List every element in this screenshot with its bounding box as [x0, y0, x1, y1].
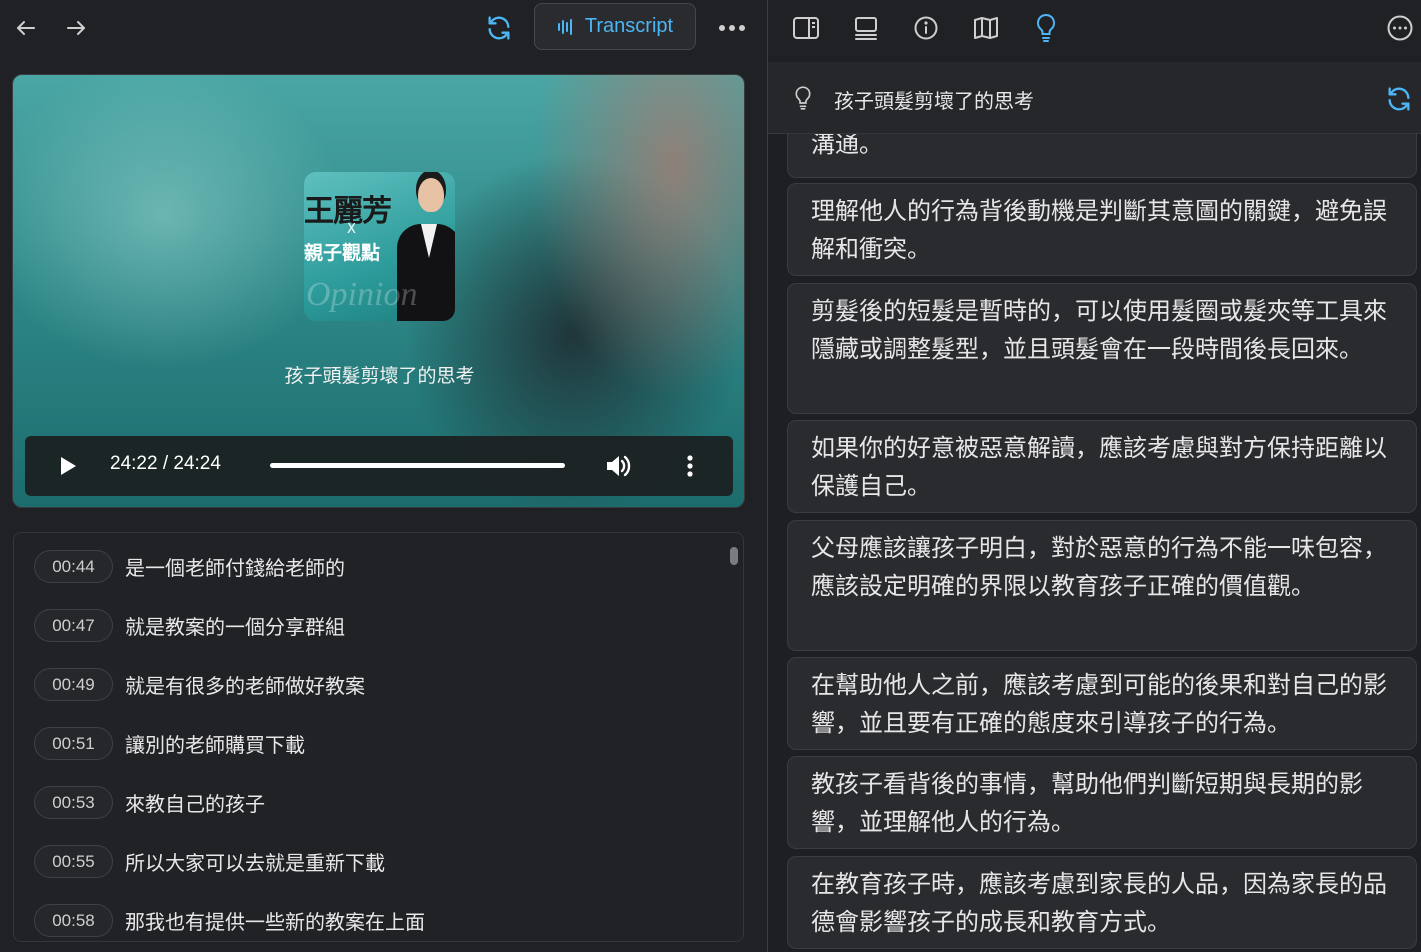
timestamp-chip[interactable]: 00:55 [34, 845, 113, 878]
right-pane: 孩子頭髮剪壞了的思考 溝通。 理解他人的行為背後動機是判斷其意圖的關鍵，避免誤解… [768, 0, 1421, 952]
timestamp-chip[interactable]: 00:53 [34, 786, 113, 819]
playback-time: 24:22 / 24:24 [110, 453, 221, 474]
insight-card-text: 父母應該讓孩子明白，對於惡意的行為不能一味包容，應該設定明確的界限以教育孩子正確… [811, 534, 1387, 600]
insight-card-text: 溝通。 [811, 134, 883, 158]
transcript-text: 是一個老師付錢給老師的 [125, 556, 345, 580]
transcript-text: 來教自己的孩子 [125, 792, 265, 816]
timestamp-chip[interactable]: 00:44 [34, 550, 113, 583]
regenerate-icon[interactable] [1382, 83, 1416, 115]
podcast-cover-image: 王麗芳 X 親子觀點 Opinion [304, 172, 455, 321]
insight-card: 剪髮後的短髮是暫時的，可以使用髮圈或髮夾等工具來隱藏或調整髮型，並且頭髮會在一段… [787, 283, 1417, 414]
transcript-text: 就是有很多的老師做好教案 [125, 674, 365, 698]
transcript-row[interactable]: 00:55 所以大家可以去就是重新下載 [14, 832, 714, 891]
insight-cards[interactable]: 溝通。 理解他人的行為背後動機是判斷其意圖的關鍵，避免誤解和衝突。 剪髮後的短髮… [768, 134, 1421, 952]
video-player[interactable]: 王麗芳 X 親子觀點 Opinion 孩子頭髮剪壞了的思考 24:22 / 24… [12, 74, 745, 508]
cover-show-name: 親子觀點 [304, 242, 381, 264]
transcript-row[interactable]: 00:53 來教自己的孩子 [14, 773, 714, 832]
media-controls: 24:22 / 24:24 [25, 436, 733, 496]
insight-card-text: 教孩子看背後的事情，幫助他們判斷短期與長期的影響，並理解他人的行為。 [811, 770, 1363, 836]
sidebar-panel-icon[interactable] [790, 12, 822, 44]
insights-header: 孩子頭髮剪壞了的思考 [768, 62, 1421, 134]
info-icon[interactable] [910, 12, 942, 44]
insight-card: 教孩子看背後的事情，幫助他們判斷短期與長期的影響，並理解他人的行為。 [787, 756, 1417, 849]
left-pane: Transcript 王麗芳 X 親子觀點 Opinion 孩子頭髮剪壞了的思考… [0, 0, 768, 952]
refresh-icon[interactable] [482, 11, 516, 45]
insight-card-text: 理解他人的行為背後動機是判斷其意圖的關鍵，避免誤解和衝突。 [811, 197, 1387, 263]
right-toolbar [768, 0, 1421, 56]
lightbulb-icon[interactable] [1030, 11, 1062, 45]
timestamp-chip[interactable]: 00:58 [34, 904, 113, 937]
cover-x: X [347, 222, 356, 237]
progress-bar[interactable] [270, 463, 565, 468]
timestamp-chip[interactable]: 00:47 [34, 609, 113, 642]
insight-card: 如果你的好意被惡意解讀，應該考慮與對方保持距離以保護自己。 [787, 420, 1417, 513]
lightbulb-small-icon [790, 84, 816, 112]
timestamp-chip[interactable]: 00:51 [34, 727, 113, 760]
insight-card: 溝通。 [787, 134, 1417, 178]
volume-icon[interactable] [602, 451, 634, 481]
cover-brand: Opinion [306, 276, 418, 313]
insight-card: 在教育孩子時，應該考慮到家長的人品，因為家長的品德會影響孩子的成長和教育方式。 [787, 856, 1417, 949]
transcript-text: 就是教案的一個分享群組 [125, 615, 345, 639]
transcript-row[interactable]: 00:44 是一個老師付錢給老師的 [14, 537, 714, 596]
insight-card: 理解他人的行為背後動機是判斷其意圖的關鍵，避免誤解和衝突。 [787, 183, 1417, 276]
transcript-row[interactable]: 00:47 就是教案的一個分享群組 [14, 596, 714, 655]
timestamp-chip[interactable]: 00:49 [34, 668, 113, 701]
transcript-row[interactable]: 00:49 就是有很多的老師做好教案 [14, 655, 714, 714]
more-vertical-icon[interactable] [677, 451, 703, 481]
arrow-right-icon[interactable] [60, 12, 92, 44]
transcript-button[interactable]: Transcript [534, 3, 696, 50]
play-icon[interactable] [53, 452, 83, 480]
audio-waveform-icon [557, 18, 572, 35]
transcript-text: 那我也有提供一些新的教案在上面 [125, 910, 425, 934]
insights-title: 孩子頭髮剪壞了的思考 [834, 89, 1034, 113]
left-toolbar: Transcript [0, 0, 768, 56]
transcript-row[interactable]: 00:58 那我也有提供一些新的教案在上面 [14, 891, 714, 941]
insight-card: 在幫助他人之前，應該考慮到可能的後果和對自己的影響，並且要有正確的態度來引導孩子… [787, 657, 1417, 750]
arrow-left-icon[interactable] [10, 12, 42, 44]
transcript-text: 讓別的老師購買下載 [125, 733, 305, 757]
transcript-button-label: Transcript [584, 15, 674, 37]
insight-card-text: 在幫助他人之前，應該考慮到可能的後果和對自己的影響，並且要有正確的態度來引導孩子… [811, 671, 1387, 737]
video-title: 孩子頭髮剪壞了的思考 [284, 365, 475, 387]
scrollbar[interactable] [730, 547, 738, 565]
transcript-text: 所以大家可以去就是重新下載 [125, 851, 385, 875]
transcript-row[interactable]: 00:51 讓別的老師購買下載 [14, 714, 714, 773]
insight-card-text: 如果你的好意被惡意解讀，應該考慮與對方保持距離以保護自己。 [811, 434, 1387, 500]
layout-bottom-icon[interactable] [850, 12, 882, 44]
book-open-icon[interactable] [970, 12, 1002, 44]
transcript-list[interactable]: 00:44 是一個老師付錢給老師的 00:47 就是教案的一個分享群組 00:4… [13, 532, 744, 942]
insight-card-text: 剪髮後的短髮是暫時的，可以使用髮圈或髮夾等工具來隱藏或調整髮型，並且頭髮會在一段… [811, 297, 1387, 363]
more-circle-icon[interactable] [1384, 12, 1416, 44]
more-horizontal-icon[interactable] [714, 12, 750, 44]
insight-card: 父母應該讓孩子明白，對於惡意的行為不能一味包容，應該設定明確的界限以教育孩子正確… [787, 520, 1417, 651]
insight-card-text: 在教育孩子時，應該考慮到家長的人品，因為家長的品德會影響孩子的成長和教育方式。 [811, 870, 1387, 936]
